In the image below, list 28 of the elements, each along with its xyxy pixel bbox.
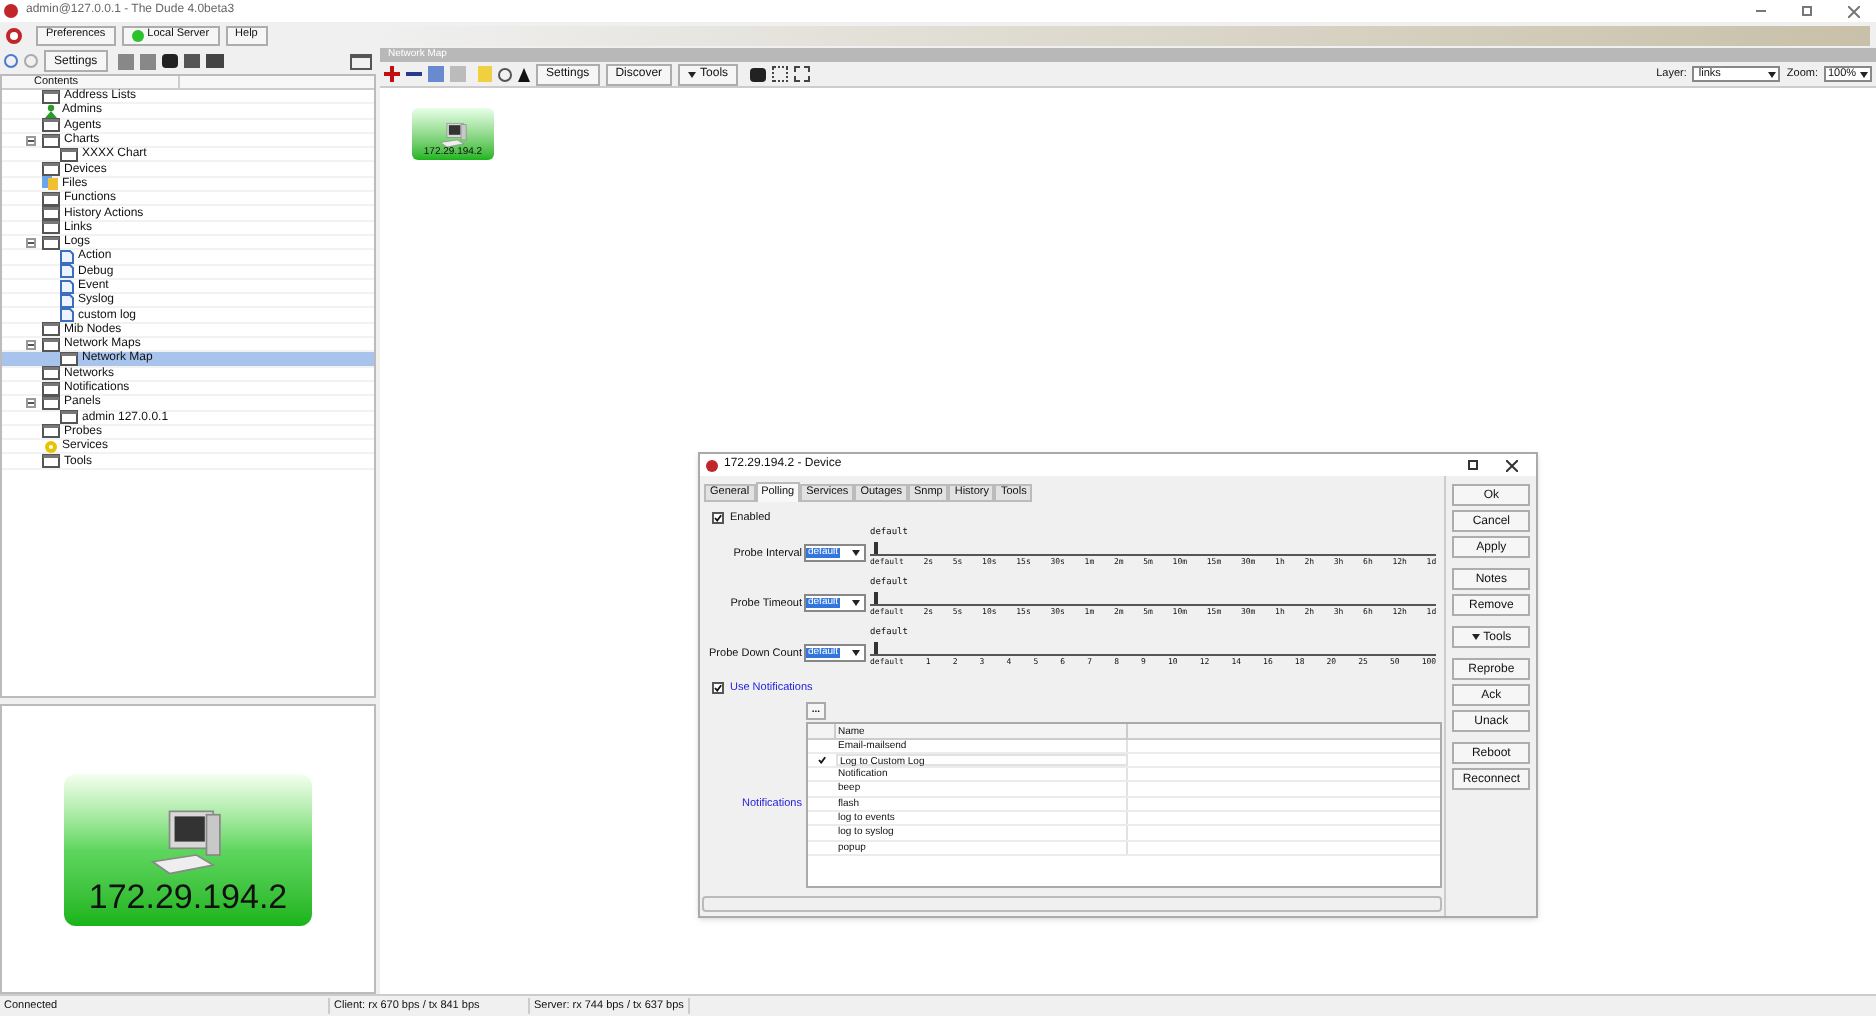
gear-icon: [44, 439, 58, 454]
caret-icon: [852, 600, 860, 607]
window-icon: [42, 454, 60, 469]
collapse-icon[interactable]: [26, 397, 36, 408]
slider-track[interactable]: [870, 544, 1437, 557]
app-icon: [4, 4, 18, 18]
check-icon[interactable]: [818, 755, 826, 764]
slider-track[interactable]: [870, 644, 1437, 657]
collapse-icon[interactable]: [26, 237, 36, 248]
slider-track[interactable]: [870, 594, 1437, 607]
check-icon: [714, 684, 722, 693]
add-icon[interactable]: [384, 66, 400, 82]
files-icon: [42, 176, 58, 191]
close-icon[interactable]: [1506, 459, 1518, 471]
maximize-icon[interactable]: [1468, 460, 1478, 470]
caret-icon: [852, 550, 860, 557]
person-icon: [44, 103, 58, 118]
computer-icon: [437, 122, 469, 148]
checkbox[interactable]: [712, 512, 724, 525]
app-icon: [706, 459, 718, 471]
device-address: 172.29.194.2: [88, 879, 288, 913]
check-icon: [714, 514, 722, 523]
status-icon: [131, 29, 144, 41]
caret-icon: [852, 650, 860, 657]
checkbox[interactable]: [712, 682, 724, 695]
collapse-icon[interactable]: [26, 339, 36, 350]
stop-icon[interactable]: [6, 27, 22, 43]
collapse-icon[interactable]: [26, 135, 36, 146]
